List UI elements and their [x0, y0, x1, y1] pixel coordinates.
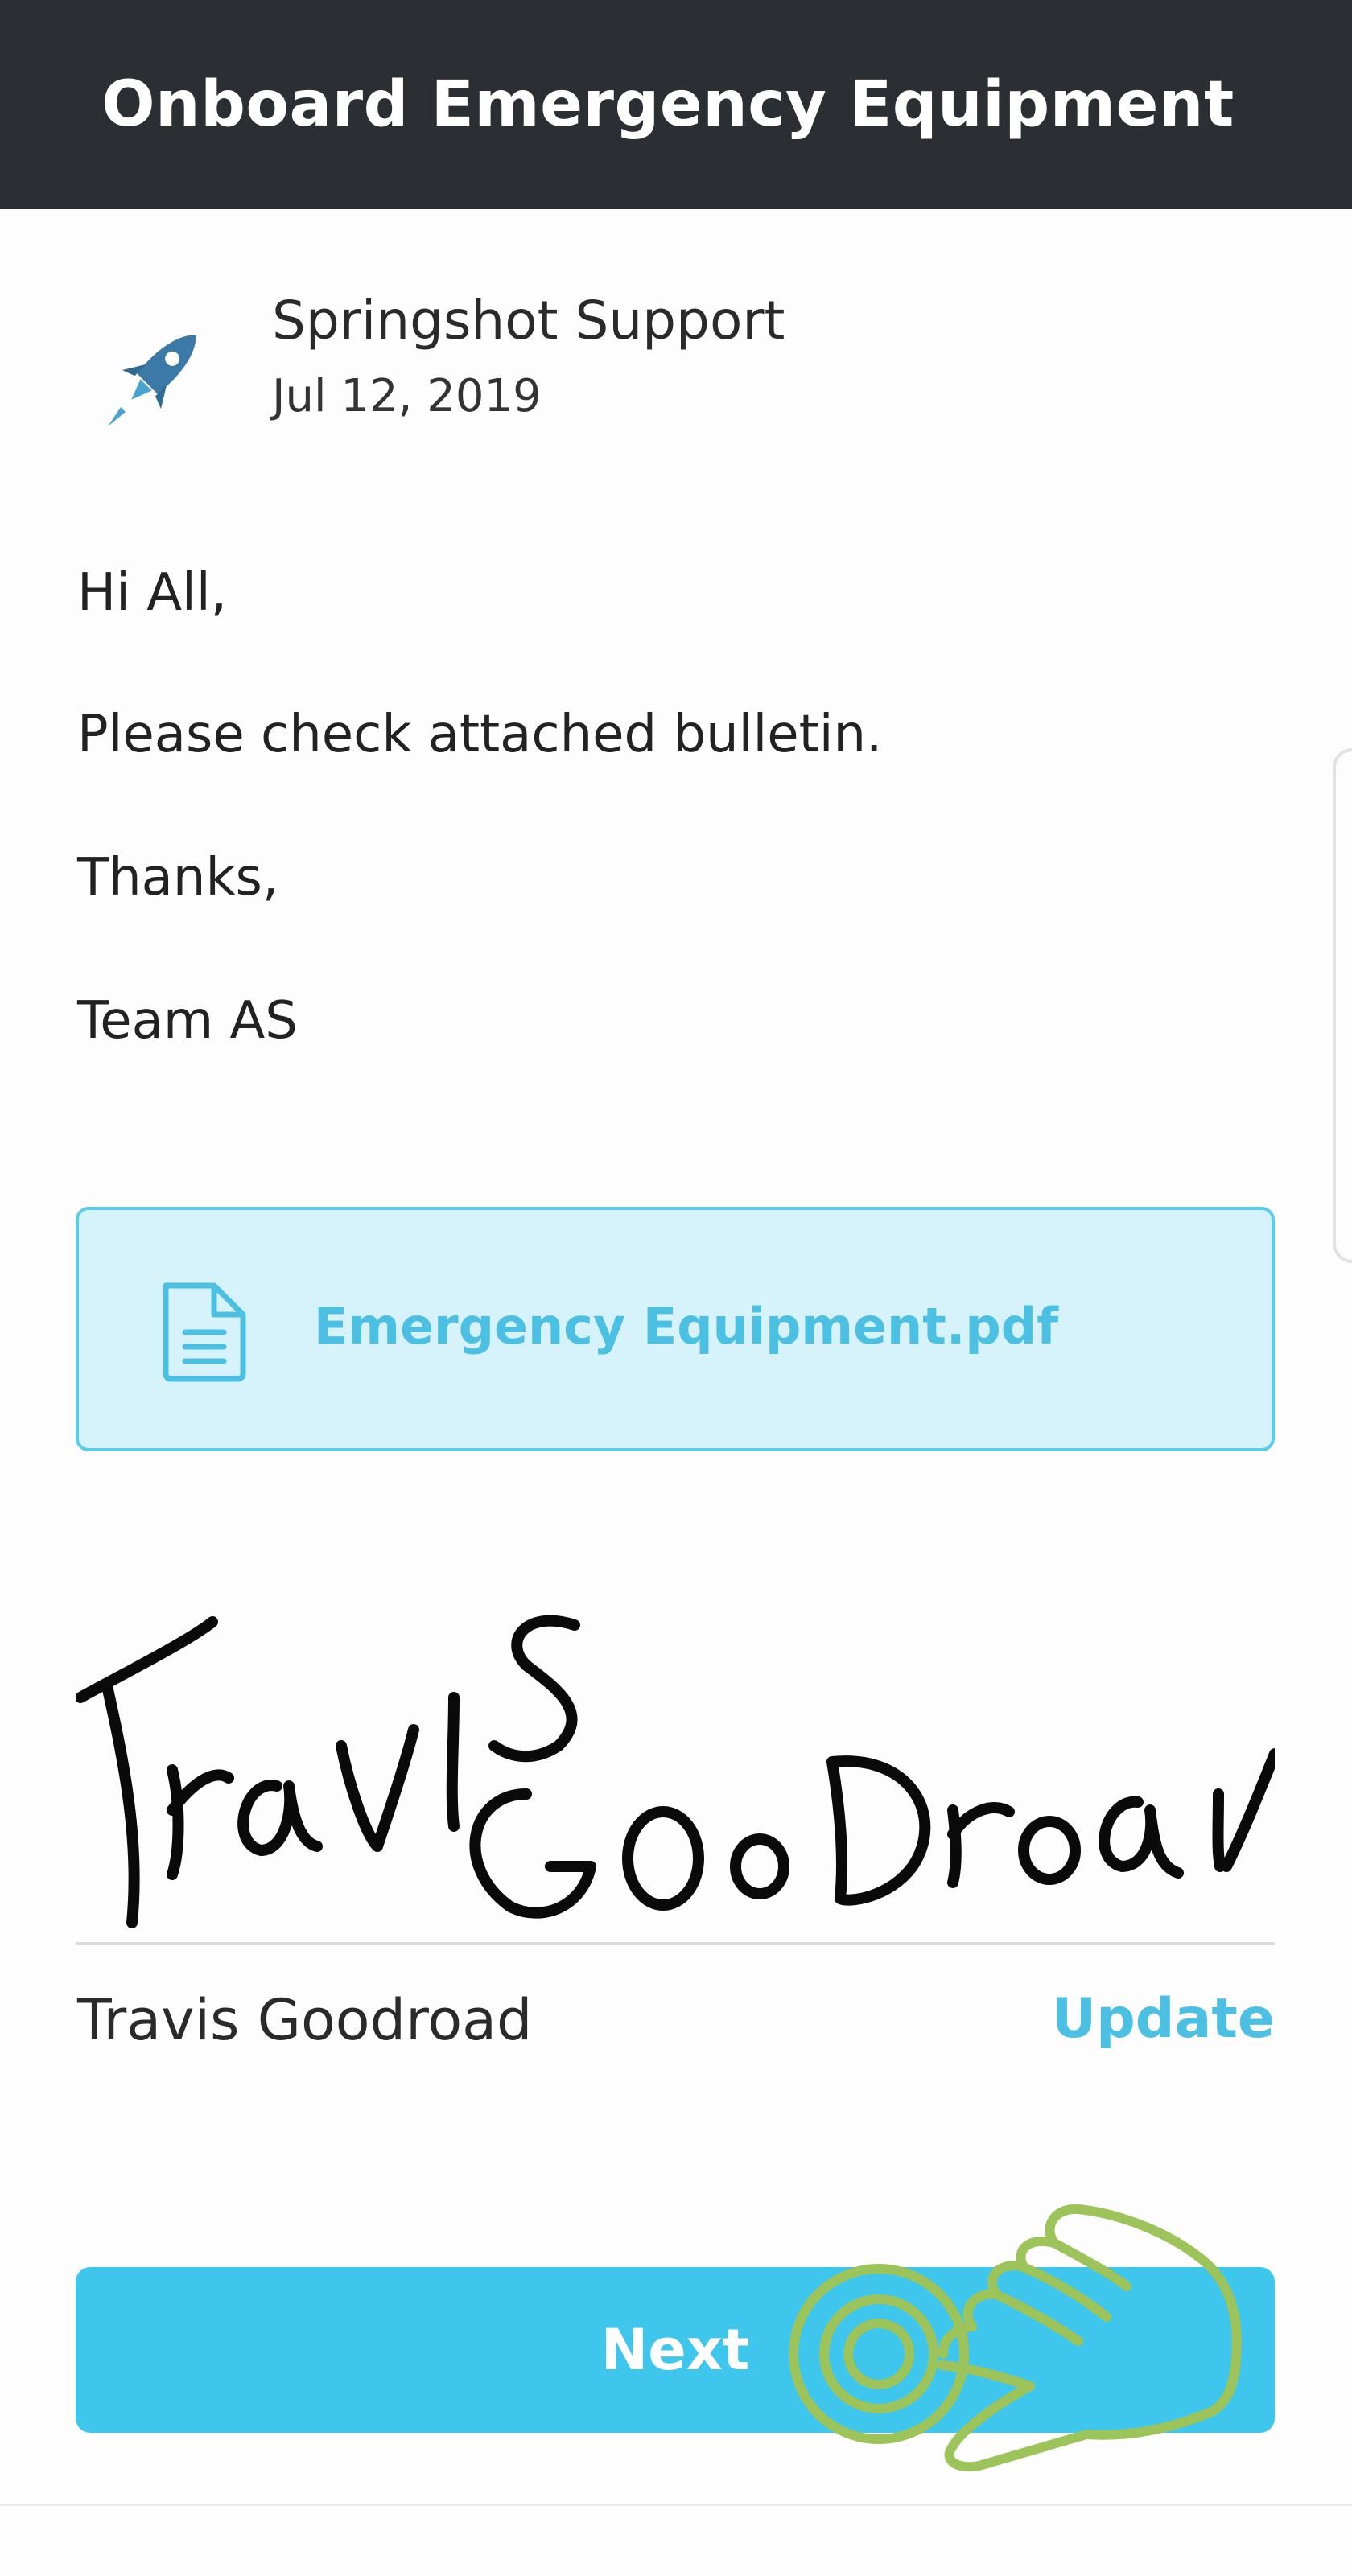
message-line: Hi All, — [77, 563, 227, 623]
next-button-label: Next — [600, 2317, 750, 2383]
message-line: Team AS — [77, 991, 298, 1051]
update-signature-link[interactable]: Update — [1052, 1987, 1275, 2051]
bottom-divider — [0, 2504, 1352, 2506]
attachment-filename: Emergency Equipment.pdf — [314, 1297, 1059, 1356]
message-line: Please check attached bulletin. — [77, 705, 883, 764]
app-header: Onboard Emergency Equipment — [0, 0, 1352, 209]
page-title: Onboard Emergency Equipment — [101, 68, 1235, 141]
scroll-indicator — [1333, 748, 1352, 1263]
message-line: Thanks, — [77, 848, 279, 907]
signer-name: Travis Goodroad — [77, 1987, 533, 2053]
signature-drawing[interactable] — [76, 1601, 1275, 1939]
screen: Onboard Emergency Equipment Springshot S… — [0, 0, 1352, 2576]
sender-name: Springshot Support — [272, 290, 785, 352]
next-button[interactable]: Next — [76, 2267, 1275, 2433]
document-icon — [156, 1279, 253, 1384]
attachment-card[interactable]: Emergency Equipment.pdf — [76, 1207, 1275, 1451]
rocket-icon — [97, 306, 225, 434]
signature-divider — [76, 1942, 1275, 1945]
post-sender: Springshot Support Jul 12, 2019 — [80, 290, 1288, 451]
post-date: Jul 12, 2019 — [272, 370, 542, 422]
